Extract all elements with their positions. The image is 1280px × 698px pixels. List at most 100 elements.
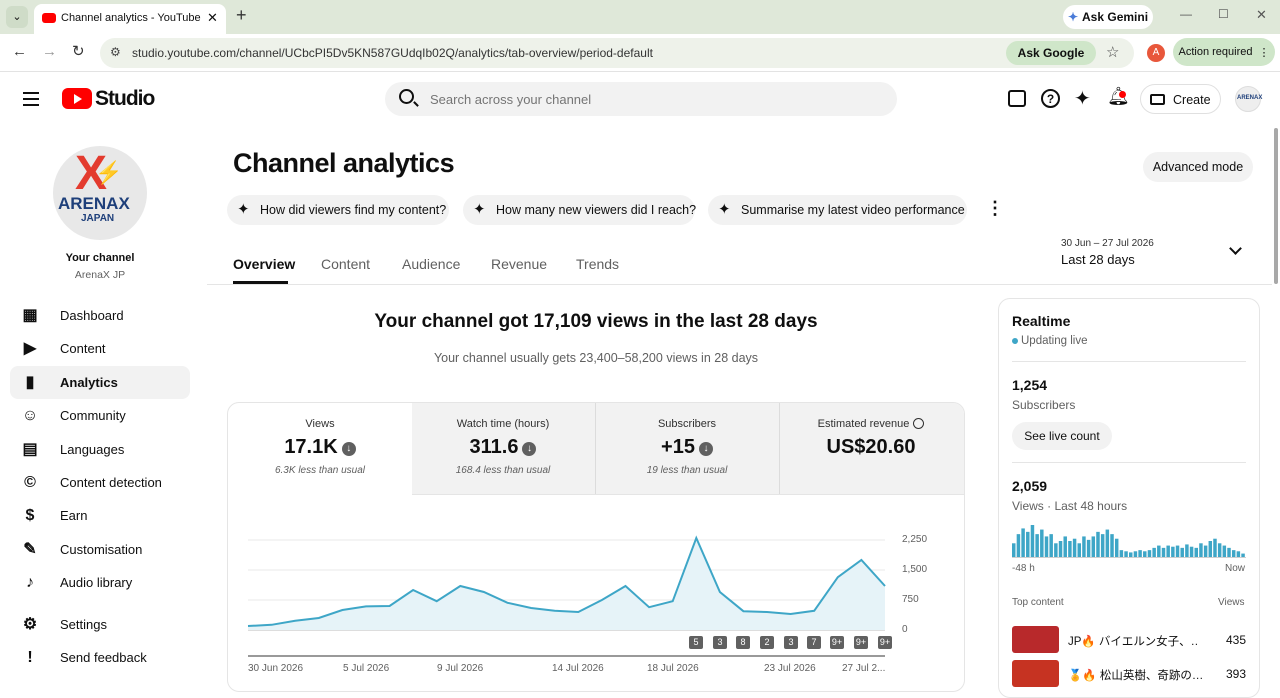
realtime-bar [1199, 543, 1203, 557]
music-icon: ♪ [26, 574, 34, 591]
sidebar-item-send-feedback[interactable]: ! Send feedback [10, 641, 190, 674]
sidebar-item-languages[interactable]: ▤ Languages [10, 433, 190, 466]
metric-views[interactable]: Views 17.1K ↓ 6.3K less than usual [228, 403, 412, 494]
video-thumbnail [1012, 626, 1059, 653]
video-upload-marker[interactable]: 8 [736, 636, 750, 649]
period-selector[interactable]: 30 Jun – 27 Jul 2026 Last 28 days [1053, 234, 1253, 274]
back-icon[interactable]: ← [12, 43, 27, 60]
realtime-bar [1063, 536, 1067, 557]
ask-chip-viewers[interactable]: ✦ How did viewers find my content? [227, 195, 449, 225]
studio-logo[interactable]: Studio [62, 87, 155, 111]
views-headline: Your channel got 17,109 views in the las… [374, 311, 818, 332]
video-upload-marker[interactable]: 2 [760, 636, 774, 649]
sidebar-item-community[interactable]: ☺ Community [10, 399, 190, 432]
metric-revenue[interactable]: Estimated revenue US$20.60 [779, 403, 963, 494]
metric-subscribers[interactable]: Subscribers +15 ↓ 19 less than usual [595, 403, 779, 494]
ask-chip-summarise[interactable]: ✦ Summarise my latest video performance [708, 195, 967, 225]
video-upload-marker[interactable]: 3 [784, 636, 798, 649]
tab-list-dropdown[interactable]: ⌄ [6, 6, 28, 28]
account-avatar[interactable]: ARENAX [1235, 86, 1262, 112]
realtime-bar [1040, 529, 1044, 557]
sidebar-item-settings[interactable]: ⚙ Settings [10, 608, 190, 641]
reload-icon[interactable]: ↻ [72, 42, 85, 60]
search-bar[interactable] [385, 82, 897, 116]
sidebar-item-earn[interactable]: $ Earn [10, 499, 190, 532]
realtime-bar-chart [1012, 525, 1245, 557]
action-required-button[interactable]: Action required ⋮ [1173, 38, 1275, 66]
browser-tab-strip: ⌄ Channel analytics - YouTube Stu ✕ + ✦A… [0, 0, 1280, 34]
realtime-bar [1161, 547, 1166, 557]
ask-gemini-button[interactable]: ✦ Ask Gemini [1063, 5, 1153, 29]
sidebar-item-content[interactable]: ▶ Content [10, 332, 190, 365]
forward-icon[interactable]: → [42, 43, 57, 60]
realtime-bar [1152, 547, 1156, 557]
video-upload-marker[interactable]: 3 [713, 636, 727, 649]
video-upload-marker[interactable]: 9+ [878, 636, 892, 649]
profile-avatar[interactable]: A [1147, 44, 1165, 62]
realtime-bar [1049, 534, 1053, 557]
realtime-card: Realtime Updating live 1,254 Subscribers… [998, 298, 1260, 698]
realtime-bar [1171, 546, 1175, 557]
video-upload-marker[interactable]: 7 [807, 636, 821, 649]
sidebar-item-label: Customisation [60, 542, 143, 557]
site-info-icon[interactable]: ⚙ [110, 45, 121, 59]
browser-tab[interactable]: Channel analytics - YouTube Stu ✕ [34, 4, 226, 34]
sparkle-icon: ✦ [237, 201, 250, 218]
bookmark-star-icon[interactable]: ☆ [1106, 43, 1119, 61]
minimize-icon[interactable]: — [1180, 7, 1192, 21]
create-button[interactable]: Create [1140, 84, 1221, 114]
sidebar-item-content-detection[interactable]: © Content detection [10, 466, 190, 499]
hamburger-menu-icon[interactable] [23, 92, 39, 106]
tab-content[interactable]: Content [321, 256, 370, 272]
content-icon: ▶ [23, 340, 37, 357]
realtime-bar [1194, 547, 1198, 557]
more-options-icon[interactable]: ⋮ [986, 198, 1004, 219]
page-scrollbar[interactable] [1274, 128, 1278, 284]
channel-avatar[interactable]: X ⚡ ARENAX JAPAN [53, 146, 147, 240]
realtime-axis-end: Now [1225, 563, 1246, 574]
close-tab-icon[interactable]: ✕ [207, 10, 218, 26]
tab-trends[interactable]: Trends [576, 256, 619, 272]
captions-icon[interactable] [1008, 90, 1026, 107]
x-tick-label: 14 Jul 2026 [552, 663, 604, 674]
video-upload-marker[interactable]: 5 [689, 636, 703, 649]
realtime-views-label: Views · Last 48 hours [1012, 499, 1128, 513]
advanced-mode-button[interactable]: Advanced mode [1143, 152, 1253, 182]
realtime-bar [1217, 543, 1222, 557]
ask-chip-new-viewers[interactable]: ✦ How many new viewers did I reach? [463, 195, 696, 225]
dollar-icon: $ [25, 507, 35, 524]
video-upload-marker[interactable]: 9+ [830, 636, 844, 649]
sparkle-icon[interactable]: ✦ [1074, 86, 1091, 111]
see-live-count-button[interactable]: See live count [1012, 422, 1112, 450]
sidebar-item-label: Community [60, 408, 126, 423]
realtime-bar [1231, 550, 1236, 557]
sparkle-icon: ✦ [718, 201, 731, 218]
tab-overview[interactable]: Overview [233, 256, 295, 272]
sidebar-item-dashboard[interactable]: ▦ Dashboard [10, 299, 190, 332]
close-window-icon[interactable]: ✕ [1256, 7, 1267, 23]
new-tab-icon[interactable]: + [236, 5, 247, 26]
top-content-row[interactable]: JP🔥 バイエルン女子、… 435 [1012, 626, 1246, 654]
feedback-icon: ! [27, 649, 33, 666]
tab-revenue[interactable]: Revenue [491, 256, 547, 272]
y-tick-label: 2,250 [902, 534, 928, 545]
ask-google-button[interactable]: Ask Google [1006, 41, 1096, 65]
realtime-bar [1166, 545, 1170, 557]
tab-audience[interactable]: Audience [402, 256, 460, 272]
x-tick-label: 30 Jun 2026 [248, 663, 304, 674]
y-tick-label: 0 [902, 624, 908, 635]
metric-watch-time[interactable]: Watch time (hours) 311.6 ↓ 168.4 less tha… [411, 403, 595, 494]
search-input[interactable] [430, 87, 870, 111]
sidebar-item-analytics[interactable]: ▮ Analytics [10, 366, 190, 399]
maximize-icon[interactable]: ☐ [1218, 7, 1229, 21]
sidebar-item-label: Content [60, 341, 106, 356]
address-bar[interactable]: ⚙ studio.youtube.com/channel/UCbcPI5Dv5K… [100, 38, 1134, 68]
help-icon[interactable]: ? [1041, 89, 1060, 108]
sidebar-item-audio-library[interactable]: ♪ Audio library [10, 566, 190, 599]
arrow-down-icon: ↓ [341, 442, 356, 456]
notifications-bell-icon[interactable]: 🔔︎ [1107, 86, 1130, 107]
top-content-row[interactable]: 🏅🔥 松山英樹、奇跡の… 393 [1012, 660, 1246, 688]
sidebar-item-customisation[interactable]: ✎ Customisation [10, 533, 190, 566]
video-upload-marker[interactable]: 9+ [854, 636, 868, 649]
video-add-icon [1150, 94, 1165, 105]
